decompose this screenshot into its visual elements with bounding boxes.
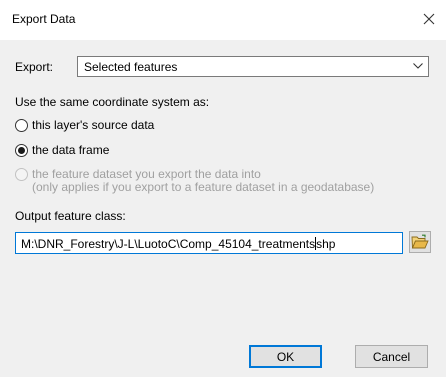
- output-path-input[interactable]: M:\DNR_Forestry\J-L\LuotoC\Comp_45104_tr…: [15, 232, 403, 254]
- window-title: Export Data: [12, 12, 76, 26]
- ok-button[interactable]: OK: [249, 345, 322, 368]
- radio-feature-dataset-note: (only applies if you export to a feature…: [32, 180, 375, 194]
- radio-data-frame-button[interactable]: [15, 143, 28, 157]
- radio-source-data-button[interactable]: [15, 118, 28, 132]
- radio-data-frame-label: the data frame: [32, 143, 110, 157]
- output-path-text: M:\DNR_Forestry\J-L\LuotoC\Comp_45104_tr…: [21, 237, 316, 251]
- cancel-button[interactable]: Cancel: [355, 345, 428, 368]
- export-label: Export:: [15, 60, 54, 74]
- radio-source-data-label: this layer's source data: [32, 118, 155, 132]
- radio-feature-dataset-button: [15, 167, 28, 181]
- radio-source-data[interactable]: this layer's source data: [15, 117, 154, 133]
- export-selected-value: Selected features: [84, 60, 178, 74]
- title-bar: Export Data: [0, 0, 446, 40]
- radio-feature-dataset-label: the feature dataset you export the data …: [32, 167, 261, 181]
- output-path-extension: shp: [316, 237, 336, 251]
- close-button[interactable]: [418, 8, 440, 30]
- folder-open-icon: [411, 234, 429, 249]
- coordinate-system-label: Use the same coordinate system as:: [15, 95, 210, 109]
- output-label: Output feature class:: [15, 209, 126, 223]
- chevron-down-icon: [413, 63, 423, 69]
- export-dropdown[interactable]: Selected features: [77, 56, 429, 77]
- browse-button[interactable]: [409, 231, 431, 253]
- close-icon: [423, 13, 435, 25]
- radio-data-frame[interactable]: the data frame: [15, 142, 109, 158]
